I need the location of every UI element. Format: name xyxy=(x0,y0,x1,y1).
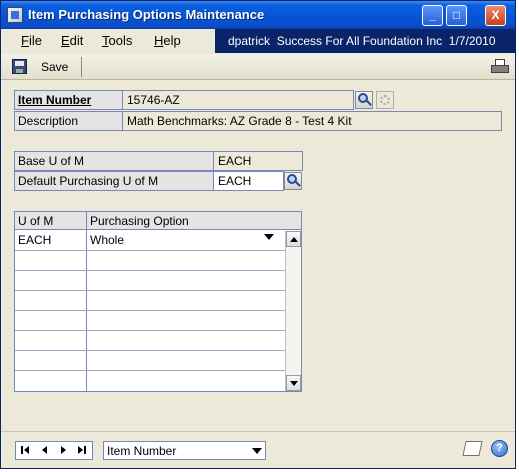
menu-help-accel: H xyxy=(154,33,164,48)
maximize-button[interactable]: □ xyxy=(446,5,467,26)
purchasing-options-grid: U of M Purchasing Option EACH Whole xyxy=(14,211,302,392)
previous-record-icon[interactable] xyxy=(35,442,54,459)
table-row[interactable] xyxy=(15,251,285,271)
menu-help[interactable]: Help xyxy=(154,33,181,48)
default-purch-uom-row: Default Purchasing U of M EACH xyxy=(14,171,284,191)
table-row[interactable] xyxy=(15,331,285,351)
grid-scrollbar[interactable] xyxy=(285,231,301,391)
first-record-icon[interactable] xyxy=(16,442,35,459)
menu-edit[interactable]: Edit xyxy=(61,33,83,48)
cell-option[interactable] xyxy=(87,351,277,370)
gear-ring xyxy=(380,95,390,105)
app-icon xyxy=(7,7,23,23)
options-gear-icon[interactable] xyxy=(376,91,394,109)
minimize-button[interactable]: _ xyxy=(422,5,443,26)
description-value: Math Benchmarks: AZ Grade 8 - Test 4 Kit xyxy=(123,112,501,130)
nav-bar-shape xyxy=(84,446,86,454)
col-header-uom: U of M xyxy=(18,214,54,228)
cell-uom[interactable] xyxy=(15,291,86,310)
table-row[interactable]: EACH Whole xyxy=(15,231,285,251)
description-label: Description xyxy=(15,112,122,130)
toolbar-separator xyxy=(81,57,82,77)
cell-uom[interactable] xyxy=(15,271,86,290)
item-number-field[interactable]: 15746-AZ xyxy=(123,91,353,109)
save-button[interactable]: Save xyxy=(41,60,68,74)
col-header-option: Purchasing Option xyxy=(90,214,189,228)
cell-uom[interactable] xyxy=(15,371,86,390)
nav-arrow-shape xyxy=(42,446,47,454)
item-number-row: Item Number 15746-AZ xyxy=(14,90,354,110)
magnifier-handle xyxy=(366,100,372,106)
status-bar: Item Number ? xyxy=(1,431,515,468)
app-window: Item Purchasing Options Maintenance _ □ … xyxy=(0,0,516,469)
cell-option[interactable] xyxy=(87,291,277,310)
toolbar: Save xyxy=(1,54,515,80)
cell-uom[interactable] xyxy=(15,351,86,370)
cell-uom[interactable] xyxy=(15,331,86,350)
menu-edit-rest: dit xyxy=(69,33,84,48)
table-row[interactable] xyxy=(15,371,285,391)
cell-option[interactable] xyxy=(87,311,277,330)
uom-lookup-button[interactable] xyxy=(284,172,302,190)
grid-header: U of M Purchasing Option xyxy=(15,212,301,230)
menu-edit-accel: E xyxy=(61,33,70,48)
last-record-icon[interactable] xyxy=(73,442,92,459)
option-dropdown-arrow[interactable] xyxy=(264,234,274,240)
scroll-up-icon[interactable] xyxy=(286,231,301,247)
nav-arrow-shape xyxy=(24,446,29,454)
floppy-disk-icon[interactable] xyxy=(12,59,27,74)
cell-option[interactable] xyxy=(87,331,277,350)
cell-option[interactable] xyxy=(87,251,277,270)
next-record-icon[interactable] xyxy=(54,442,73,459)
sort-by-value: Item Number xyxy=(107,444,177,458)
cell-option[interactable]: Whole xyxy=(87,231,277,250)
record-navigator xyxy=(15,441,93,460)
printer-body-shape xyxy=(491,65,509,73)
item-number-label[interactable]: Item Number xyxy=(15,91,122,109)
note-icon[interactable] xyxy=(462,441,483,456)
cell-option[interactable] xyxy=(87,271,277,290)
description-row: Description Math Benchmarks: AZ Grade 8 … xyxy=(14,111,502,131)
table-row[interactable] xyxy=(15,291,285,311)
cell-uom[interactable] xyxy=(15,311,86,330)
base-uom-label: Base U of M xyxy=(15,152,213,170)
table-row[interactable] xyxy=(15,351,285,371)
user-session-bar: dpatrick Success For All Foundation Inc … xyxy=(215,29,515,53)
menu-tools[interactable]: Tools xyxy=(102,33,132,48)
nav-arrow-shape xyxy=(78,446,83,454)
cell-uom[interactable] xyxy=(15,251,86,270)
base-uom-value: EACH xyxy=(214,152,302,170)
menu-file-accel: F xyxy=(21,33,29,48)
menu-file[interactable]: File xyxy=(21,33,42,48)
session-date: 1/7/2010 xyxy=(448,34,496,48)
default-purch-uom-input[interactable]: EACH xyxy=(214,172,283,190)
chevron-down-icon[interactable] xyxy=(249,442,265,459)
session-user: dpatrick xyxy=(228,34,271,48)
printer-icon[interactable] xyxy=(490,59,510,75)
nav-bar-shape xyxy=(21,446,23,454)
close-button[interactable]: X xyxy=(485,5,506,26)
menu-file-rest: ile xyxy=(28,33,42,48)
window-title: Item Purchasing Options Maintenance xyxy=(28,7,265,22)
cell-uom[interactable]: EACH xyxy=(15,231,86,250)
default-purch-uom-label: Default Purchasing U of M xyxy=(15,172,213,190)
table-row[interactable] xyxy=(15,271,285,291)
session-company: Success For All Foundation Inc xyxy=(276,34,443,48)
item-lookup-button[interactable] xyxy=(355,91,373,109)
menu-tools-rest: ools xyxy=(108,33,133,48)
cell-option[interactable] xyxy=(87,371,277,390)
nav-arrow-shape xyxy=(61,446,66,454)
table-row[interactable] xyxy=(15,311,285,331)
magnifier-handle xyxy=(295,181,301,187)
title-bar[interactable]: Item Purchasing Options Maintenance _ □ … xyxy=(1,1,515,29)
menu-help-rest: elp xyxy=(163,33,181,48)
help-icon[interactable]: ? xyxy=(491,440,508,457)
scroll-down-icon[interactable] xyxy=(286,375,301,391)
sort-by-select[interactable]: Item Number xyxy=(103,441,266,460)
base-uom-row: Base U of M EACH xyxy=(14,151,303,171)
